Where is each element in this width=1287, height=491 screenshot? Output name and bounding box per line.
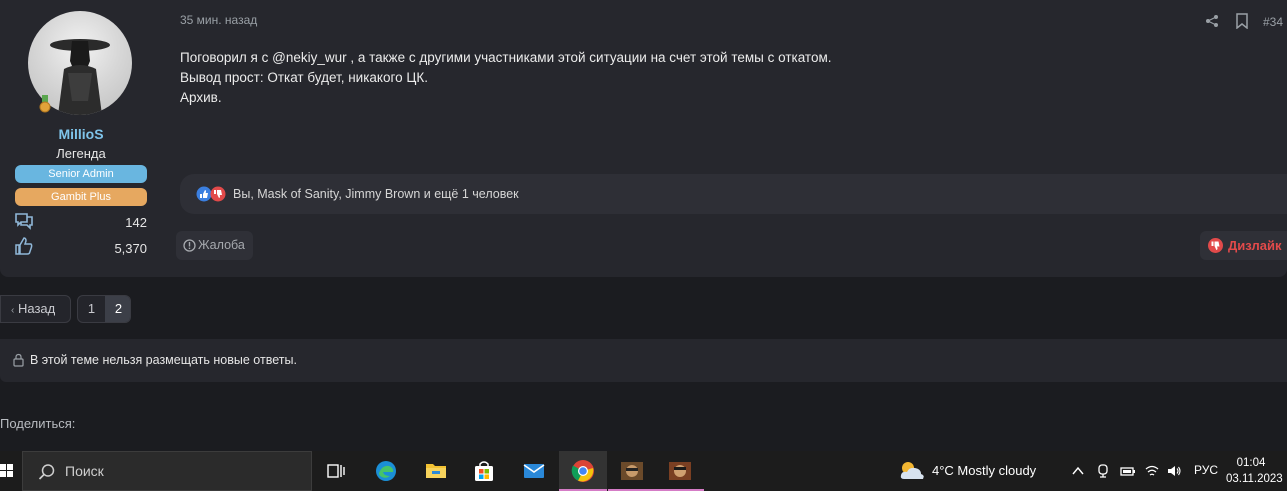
game-icon <box>669 462 691 480</box>
file-explorer-app[interactable] <box>412 451 460 491</box>
reactions-count: 5,370 <box>114 241 147 256</box>
store-app[interactable] <box>460 451 508 491</box>
chrome-icon <box>571 460 594 482</box>
bookmark-icon[interactable] <box>1235 13 1249 29</box>
taskbar-search[interactable]: Поиск <box>22 451 312 491</box>
dislike-label: Дизлайк <box>1228 238 1282 253</box>
weather-text[interactable]: 4°C Mostly cloudy <box>932 463 1036 478</box>
windows-taskbar: Поиск 4°C Mostly cloudy РУС 01:04 03.11.… <box>0 451 1287 491</box>
volume-icon[interactable] <box>1166 463 1182 479</box>
page-link-1[interactable]: 1 <box>78 296 105 322</box>
weather-cloud-icon[interactable] <box>898 459 926 483</box>
report-label: Жалоба <box>198 238 245 252</box>
messages-icon <box>15 213 33 230</box>
language-indicator[interactable]: РУС <box>1194 463 1218 477</box>
game-icon <box>621 462 643 480</box>
alert-icon <box>183 239 196 252</box>
clock-time: 01:04 <box>1236 457 1266 469</box>
banner-senior-admin: Senior Admin <box>15 165 147 183</box>
search-placeholder: Поиск <box>65 463 104 479</box>
reactions-bar[interactable]: Вы, Mask of Sanity, Jimmy Brown и ещё 1 … <box>180 174 1287 214</box>
messages-count: 142 <box>125 215 147 230</box>
clock[interactable]: 01:04 03.11.2023 <box>1226 455 1283 487</box>
mail-app[interactable] <box>510 451 558 491</box>
back-label: Назад <box>17 301 56 316</box>
chrome-app[interactable] <box>559 451 607 491</box>
pagination: 1 2 <box>77 295 131 323</box>
thumbs-down-icon <box>1208 238 1223 253</box>
windows-start-icon[interactable] <box>0 451 22 491</box>
post-line: Поговорил я с @nekiy_wur , а также с дру… <box>180 50 832 65</box>
notice-text: В этой теме нельзя размещать новые ответ… <box>30 353 297 367</box>
task-view-button[interactable] <box>312 451 360 491</box>
award-icon <box>39 95 51 113</box>
dislike-button[interactable]: Дизлайк <box>1200 231 1287 260</box>
share-icon[interactable] <box>1205 14 1219 28</box>
store-icon <box>475 461 493 481</box>
page-link-2-current[interactable]: 2 <box>105 296 130 322</box>
pagination-back-button[interactable]: ‹ Назад <box>0 295 71 323</box>
user-title: Легенда <box>56 146 106 161</box>
username[interactable]: MillioS <box>0 126 162 142</box>
report-button[interactable]: Жалоба <box>176 231 253 260</box>
post-line: Архив. <box>180 90 222 105</box>
edge-icon <box>376 461 396 481</box>
reactions-text[interactable]: Вы, Mask of Sanity, Jimmy Brown и ещё 1 … <box>233 187 519 201</box>
wifi-icon[interactable] <box>1144 463 1160 479</box>
post-number[interactable]: #34 <box>1263 15 1283 29</box>
post-card: MillioS Легенда Senior Admin Gambit Plus… <box>0 0 1287 277</box>
reaction-icons <box>196 186 226 202</box>
chevron-left-icon: ‹ <box>11 305 15 316</box>
lock-icon <box>13 353 24 367</box>
chevron-up-icon[interactable] <box>1070 463 1086 479</box>
thread-locked-notice: В этой теме нельзя размещать новые ответ… <box>0 339 1287 382</box>
battery-icon[interactable] <box>1120 463 1136 479</box>
meet-now-icon[interactable] <box>1096 463 1112 479</box>
task-view-icon <box>327 464 345 478</box>
folder-icon <box>426 464 446 478</box>
share-label: Поделиться: <box>0 416 76 431</box>
game-app-1[interactable] <box>608 451 656 491</box>
banner-gambit-plus: Gambit Plus <box>15 188 147 206</box>
mail-icon <box>523 464 545 478</box>
thumbs-up-icon <box>15 237 33 255</box>
search-icon <box>38 464 55 480</box>
post-body: Поговорил я с @nekiy_wur , а также с дру… <box>180 48 832 108</box>
post-line: Вывод прост: Откат будет, никакого ЦК. <box>180 70 428 85</box>
game-app-2[interactable] <box>656 451 704 491</box>
post-date[interactable]: 35 мин. назад <box>180 13 257 27</box>
edge-app[interactable] <box>362 451 410 491</box>
clock-date: 03.11.2023 <box>1226 473 1283 485</box>
